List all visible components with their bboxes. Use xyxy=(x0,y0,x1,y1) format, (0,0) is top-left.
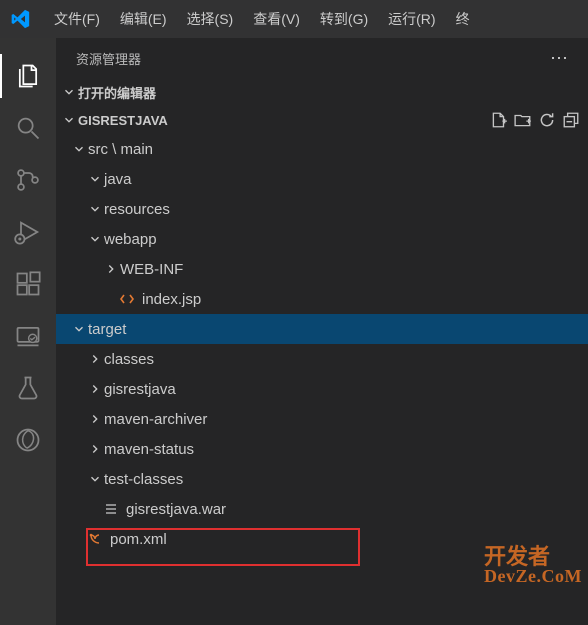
activity-scm[interactable] xyxy=(0,154,56,206)
chevron-down-icon xyxy=(70,322,88,336)
spring-icon xyxy=(14,426,42,454)
open-editors-section[interactable]: 打开的编辑器 xyxy=(56,78,588,106)
workspace-section[interactable]: GISRESTJAVA xyxy=(56,106,588,134)
remote-icon xyxy=(14,322,42,350)
title-bar: 文件(F) 编辑(E) 选择(S) 查看(V) 转到(G) 运行(R) 终 xyxy=(0,0,588,38)
search-icon xyxy=(14,114,42,142)
menu-view[interactable]: 查看(V) xyxy=(243,9,310,29)
menu-run[interactable]: 运行(R) xyxy=(378,9,445,29)
refresh-icon[interactable] xyxy=(538,111,556,129)
workspace-actions xyxy=(490,111,580,129)
explorer-header: 资源管理器 ⋯ xyxy=(56,38,588,78)
chevron-right-icon xyxy=(86,442,104,456)
activity-search[interactable] xyxy=(0,102,56,154)
chevron-down-icon xyxy=(60,85,78,99)
vscode-logo-icon xyxy=(10,9,30,29)
collapse-all-icon[interactable] xyxy=(562,111,580,129)
explorer-title: 资源管理器 xyxy=(76,49,141,68)
beaker-icon xyxy=(14,374,42,402)
tree-folder-classes[interactable]: classes xyxy=(56,344,588,374)
activity-extensions[interactable] xyxy=(0,258,56,310)
activity-explorer[interactable] xyxy=(0,50,56,102)
explorer-more-icon[interactable]: ⋯ xyxy=(550,48,568,69)
menu-file[interactable]: 文件(F) xyxy=(44,9,110,29)
chevron-right-icon xyxy=(86,412,104,426)
tree-folder-src-main[interactable]: src \ main xyxy=(56,134,588,164)
source-control-icon xyxy=(14,166,42,194)
menu-go[interactable]: 转到(G) xyxy=(310,9,378,29)
chevron-down-icon xyxy=(86,202,104,216)
new-file-icon[interactable] xyxy=(490,111,508,129)
tree-folder-gisrestjava[interactable]: gisrestjava xyxy=(56,374,588,404)
chevron-down-icon xyxy=(86,232,104,246)
xml-file-icon xyxy=(86,531,104,547)
file-tree: src \ main java resources webapp WEB-INF xyxy=(56,134,588,625)
chevron-right-icon xyxy=(102,262,120,276)
new-folder-icon[interactable] xyxy=(514,111,532,129)
open-editors-label: 打开的编辑器 xyxy=(78,83,156,102)
file-icon xyxy=(102,501,120,517)
workspace-name: GISRESTJAVA xyxy=(78,113,168,128)
activity-spring[interactable] xyxy=(0,414,56,466)
tree-folder-webinf[interactable]: WEB-INF xyxy=(56,254,588,284)
extensions-icon xyxy=(14,270,42,298)
menu-terminal[interactable]: 终 xyxy=(446,9,480,29)
tree-file-gisrestjava-war[interactable]: gisrestjava.war xyxy=(56,494,588,524)
tree-folder-test-classes[interactable]: test-classes xyxy=(56,464,588,494)
tree-folder-target[interactable]: target xyxy=(56,314,588,344)
chevron-down-icon xyxy=(86,472,104,486)
menu-select[interactable]: 选择(S) xyxy=(177,9,244,29)
activity-remote[interactable] xyxy=(0,310,56,362)
chevron-right-icon xyxy=(86,382,104,396)
chevron-down-icon xyxy=(86,172,104,186)
activity-bar xyxy=(0,38,56,625)
chevron-down-icon xyxy=(70,142,88,156)
explorer-sidebar: 资源管理器 ⋯ 打开的编辑器 GISRESTJAVA xyxy=(56,38,588,625)
chevron-right-icon xyxy=(86,352,104,366)
main-container: 资源管理器 ⋯ 打开的编辑器 GISRESTJAVA xyxy=(0,38,588,625)
tree-file-indexjsp[interactable]: index.jsp xyxy=(56,284,588,314)
activity-test[interactable] xyxy=(0,362,56,414)
tree-folder-resources[interactable]: resources xyxy=(56,194,588,224)
debug-icon xyxy=(14,218,42,246)
files-icon xyxy=(14,62,42,90)
tree-folder-webapp[interactable]: webapp xyxy=(56,224,588,254)
tree-folder-maven-status[interactable]: maven-status xyxy=(56,434,588,464)
tree-file-pomxml[interactable]: pom.xml xyxy=(56,524,588,554)
menu-edit[interactable]: 编辑(E) xyxy=(110,9,177,29)
jsp-file-icon xyxy=(118,291,136,307)
chevron-down-icon xyxy=(60,113,78,127)
tree-folder-maven-archiver[interactable]: maven-archiver xyxy=(56,404,588,434)
tree-folder-java[interactable]: java xyxy=(56,164,588,194)
activity-debug[interactable] xyxy=(0,206,56,258)
